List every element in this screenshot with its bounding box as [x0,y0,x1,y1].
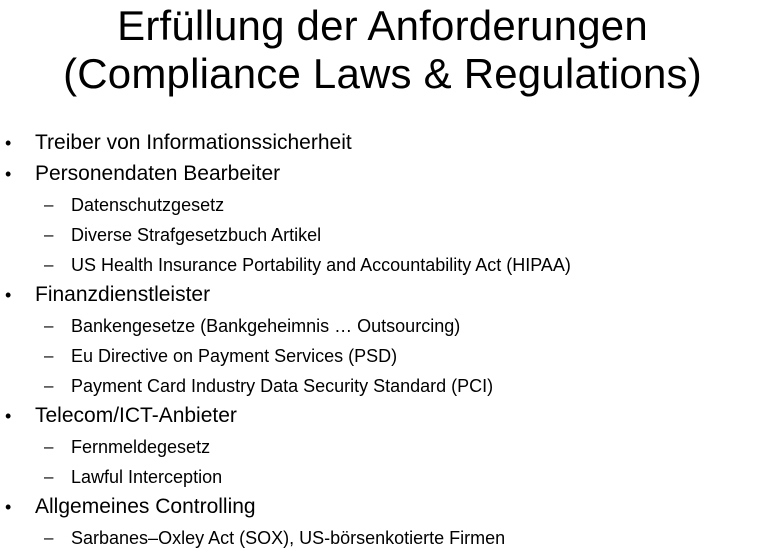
bullet-marker: • [5,285,12,305]
dash-marker: – [44,316,54,335]
title-line-1: Erfüllung der Anforderungen [117,2,648,49]
bullet-list: • Treiber von Informationssicherheit • P… [0,127,765,552]
sub-bullet-text: Bankengesetze (Bankgeheimnis … Outsourci… [71,316,461,336]
dash-marker: – [44,195,54,214]
bullet-text: Personendaten Bearbeiter [35,162,281,185]
sub-bullet-text: Sarbanes–Oxley Act (SOX), US-börsenkotie… [71,528,506,548]
bullet-marker: • [5,406,12,426]
sub-bullet-item: – Lawful Interception [0,461,765,491]
title-line-2: (Compliance Laws & Regulations) [63,50,702,97]
bullet-item: • Personendaten Bearbeiter [0,158,765,189]
bullet-marker: • [5,133,12,153]
bullet-text: Telecom/ICT-Anbieter [35,404,237,427]
dash-marker: – [44,225,54,244]
bullet-item: • Treiber von Informationssicherheit [0,127,765,158]
sub-bullet-text: US Health Insurance Portability and Acco… [71,255,571,275]
dash-marker: – [44,528,54,547]
sub-bullet-item: – US Health Insurance Portability and Ac… [0,249,765,279]
sub-bullet-text: Payment Card Industry Data Security Stan… [71,376,494,396]
bullet-item: • Finanzdienstleister [0,279,765,310]
sub-bullet-item: – Sarbanes–Oxley Act (SOX), US-börsenkot… [0,522,765,552]
sub-bullet-text: Eu Directive on Payment Services (PSD) [71,346,398,366]
sub-bullet-text: Datenschutzgesetz [71,195,225,215]
dash-marker: – [44,346,54,365]
sub-bullet-text: Fernmeldegesetz [71,437,211,457]
slide-title: Erfüllung der Anforderungen (Compliance … [0,2,765,98]
dash-marker: – [44,255,54,274]
bullet-text: Treiber von Informationssicherheit [35,131,352,154]
sub-bullet-item: – Eu Directive on Payment Services (PSD) [0,340,765,370]
sub-bullet-item: – Diverse Strafgesetzbuch Artikel [0,219,765,249]
dash-marker: – [44,467,54,486]
sub-bullet-item: – Datenschutzgesetz [0,189,765,219]
slide: Erfüllung der Anforderungen (Compliance … [0,0,765,556]
sub-bullet-text: Lawful Interception [71,467,223,487]
dash-marker: – [44,437,54,456]
bullet-marker: • [5,164,12,184]
sub-bullet-item: – Payment Card Industry Data Security St… [0,370,765,400]
bullet-text: Finanzdienstleister [35,283,211,306]
sub-bullet-text: Diverse Strafgesetzbuch Artikel [71,225,322,245]
sub-bullet-item: – Fernmeldegesetz [0,431,765,461]
bullet-item: • Allgemeines Controlling [0,491,765,522]
bullet-item: • Telecom/ICT-Anbieter [0,400,765,431]
sub-bullet-item: – Bankengesetze (Bankgeheimnis … Outsour… [0,310,765,340]
dash-marker: – [44,376,54,395]
bullet-marker: • [5,497,12,517]
bullet-text: Allgemeines Controlling [35,495,256,518]
